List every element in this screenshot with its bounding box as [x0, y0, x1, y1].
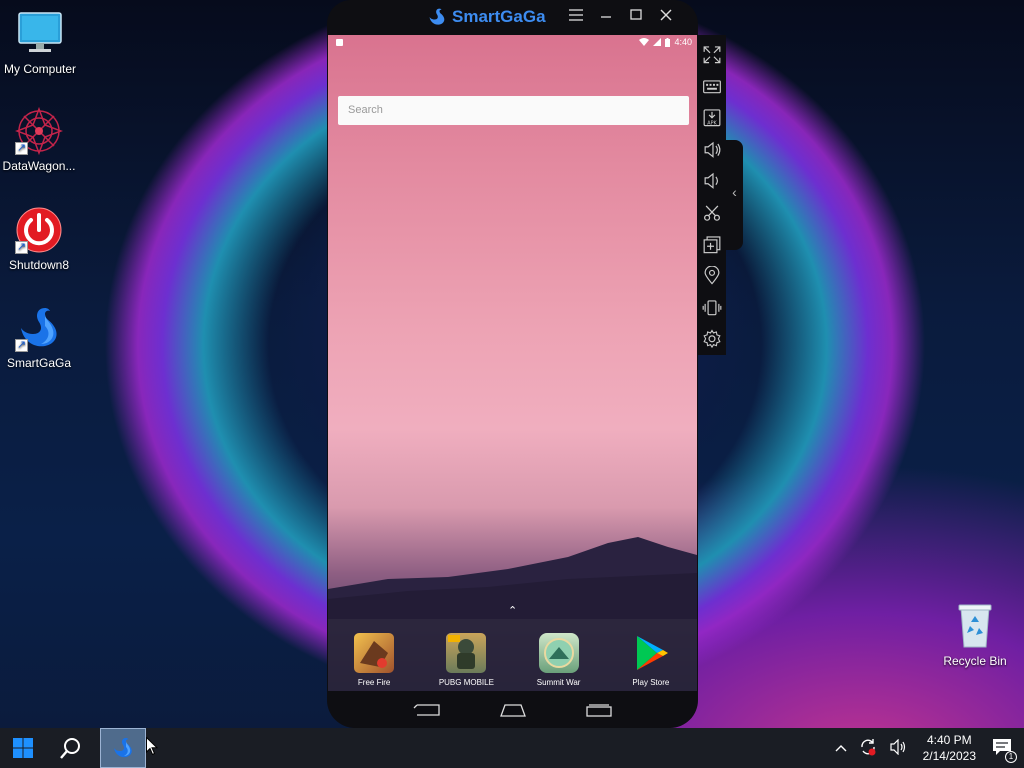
screenshot-scissors-icon[interactable]	[702, 203, 722, 223]
android-screen[interactable]: 4:40 Search ⌃ Free Fire PUBG MOBILE Summ…	[328, 35, 697, 691]
emulator-title: SmartGaGa	[452, 7, 546, 26]
keyboard-icon[interactable]	[702, 77, 722, 97]
windows-logo-icon	[13, 738, 33, 758]
dock-app-label: Summit War	[536, 678, 581, 687]
home-icon[interactable]	[499, 703, 527, 717]
emulator-window[interactable]: SmartGaGa 4:40 Search ⌃ Free Fire PUBG M…	[327, 0, 698, 728]
android-status-bar: 4:40	[328, 35, 697, 51]
mouse-cursor-icon	[146, 737, 158, 756]
dock-app-play-store[interactable]: Play Store	[611, 633, 691, 691]
notification-count-badge: 1	[1005, 750, 1017, 763]
shake-icon[interactable]	[702, 298, 722, 318]
minimize-icon[interactable]	[598, 8, 614, 26]
search-input[interactable]: Search	[338, 96, 689, 125]
power-icon: ↗	[15, 206, 63, 254]
volume-up-icon[interactable]	[702, 140, 722, 160]
back-icon[interactable]	[413, 703, 441, 717]
system-tray: 4:40 PM 2/14/2023 1	[829, 728, 1024, 768]
app-dock: Free Fire PUBG MOBILE Summit War Play St…	[328, 619, 697, 691]
dock-app-free-fire[interactable]: Free Fire	[334, 633, 414, 691]
dock-app-label: Play Store	[632, 678, 670, 687]
volume-down-icon[interactable]	[702, 171, 722, 191]
computer-icon	[16, 10, 64, 58]
play-store-icon	[631, 633, 671, 673]
location-icon[interactable]	[702, 266, 722, 286]
datawagon-icon: ↗	[14, 106, 64, 156]
swan-icon	[114, 738, 132, 758]
collapse-toolbar-chevron-icon[interactable]: ‹	[726, 140, 743, 250]
search-icon	[60, 738, 80, 759]
maximize-icon[interactable]	[628, 8, 644, 26]
clock-time: 4:40 PM	[926, 733, 972, 747]
dock-app-summit-war[interactable]: Summit War	[519, 633, 599, 691]
desktop-icon-shutdown8[interactable]: ↗ Shutdown8	[0, 206, 79, 272]
app-drawer-arrow-icon[interactable]: ⌃	[508, 604, 517, 617]
emulator-side-toolbar: APK	[698, 35, 726, 355]
recents-icon[interactable]	[585, 703, 613, 717]
desktop-icon-label: DataWagon...	[2, 159, 76, 173]
desktop-icon-smartgaga[interactable]: ↗ SmartGaGa	[0, 304, 79, 370]
swan-icon	[429, 8, 445, 25]
pubg-icon	[446, 633, 487, 673]
summit-war-icon	[538, 633, 579, 673]
desktop-icon-recycle-bin[interactable]: Recycle Bin	[935, 602, 1015, 668]
taskbar-smartgaga-app[interactable]	[100, 728, 146, 768]
notification-center-icon[interactable]: 1	[992, 738, 1017, 763]
close-icon[interactable]	[658, 8, 674, 26]
free-fire-icon	[354, 633, 395, 673]
dock-app-pubg[interactable]: PUBG MOBILE	[426, 633, 506, 691]
emulator-titlebar[interactable]: SmartGaGa	[327, 0, 698, 35]
dock-app-label: Free Fire	[357, 678, 391, 687]
menu-icon[interactable]	[568, 8, 584, 26]
fullscreen-icon[interactable]	[702, 45, 722, 65]
start-button[interactable]	[0, 728, 46, 768]
desktop-icon-label: Recycle Bin	[943, 654, 1007, 668]
brand: SmartGaGa	[427, 7, 546, 27]
wifi-icon	[639, 38, 650, 46]
multi-instance-icon[interactable]	[702, 235, 722, 255]
desktop-icon-label: Shutdown8	[8, 258, 70, 272]
dock-app-label: PUBG MOBILE	[438, 678, 494, 687]
chevron-up-icon[interactable]	[835, 741, 847, 755]
recycle-bin-icon	[951, 602, 999, 650]
desktop-icon-datawagon[interactable]: ↗ DataWagon...	[0, 106, 79, 173]
svg-text:APK: APK	[707, 121, 717, 127]
taskbar-clock[interactable]: 4:40 PM 2/14/2023	[923, 732, 976, 764]
clock-date: 2/14/2023	[922, 749, 976, 763]
status-time: 4:40	[674, 37, 692, 47]
signal-icon	[653, 38, 662, 46]
swan-icon: ↗	[15, 304, 63, 352]
notification-icon	[336, 39, 343, 46]
desktop-icon-label: SmartGaGa	[6, 356, 72, 370]
settings-gear-icon[interactable]	[702, 329, 722, 349]
volume-icon[interactable]	[889, 738, 907, 758]
search-button[interactable]	[48, 728, 94, 768]
battery-icon	[665, 37, 671, 47]
desktop-icon-my-computer[interactable]: My Computer	[0, 10, 80, 76]
android-nav-bar	[327, 691, 698, 728]
sync-icon[interactable]	[859, 738, 877, 759]
apk-install-icon[interactable]: APK	[702, 108, 722, 128]
desktop-icon-label: My Computer	[3, 62, 77, 76]
